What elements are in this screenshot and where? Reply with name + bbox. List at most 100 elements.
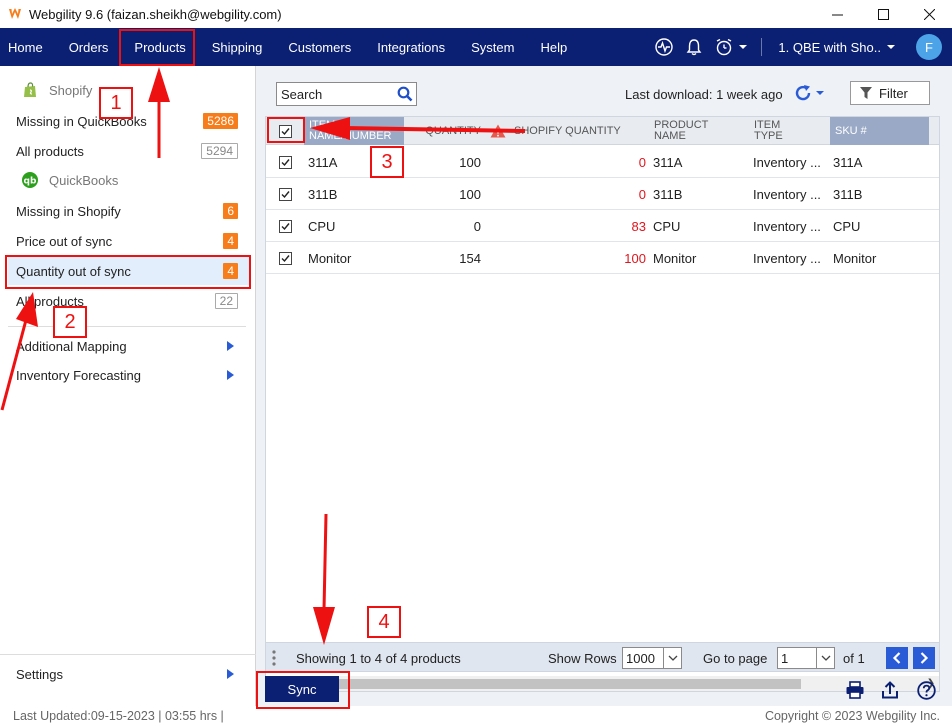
cell-item-name: CPU [308, 218, 336, 234]
cell-quantity: 100 [459, 186, 481, 202]
search-icon[interactable] [397, 86, 413, 102]
sidebar-item-label: Price out of sync [16, 233, 113, 249]
close-button[interactable] [906, 0, 952, 28]
cell-item-name: 311A [308, 154, 338, 170]
cell-product-name: 311B [653, 186, 683, 202]
table-row[interactable]: 311A 100 0 311A Inventory ... 311A [266, 146, 939, 178]
page-count-label: of 1 [843, 651, 865, 666]
main-nav: Home Orders Products Shipping Customers … [0, 28, 952, 66]
goto-page-select[interactable]: 1 [777, 647, 835, 669]
sidebar-item-inventory-forecasting[interactable]: Inventory Forecasting [8, 361, 250, 389]
company-selector[interactable]: 1. QBE with Sho.. [770, 40, 904, 55]
company-name: 1. QBE with Sho.. [778, 39, 881, 55]
search-input[interactable]: Search [276, 82, 417, 106]
chevron-down-icon [738, 45, 747, 49]
print-icon[interactable] [845, 680, 865, 700]
nav-integrations[interactable]: Integrations [364, 28, 458, 66]
prev-page-button[interactable] [886, 647, 908, 669]
sidebar-item-all-products-quickbooks[interactable]: All products 22 [8, 287, 250, 315]
sidebar-item-quantity-out-of-sync[interactable]: Quantity out of sync 4 [8, 257, 250, 285]
row-checkbox[interactable] [278, 155, 292, 169]
copyright-text: Copyright © 2023 Webgility Inc. [764, 709, 940, 723]
sidebar-divider [0, 654, 256, 655]
svg-text:qb: qb [24, 177, 37, 187]
nav-customers[interactable]: Customers [275, 28, 364, 66]
next-page-button[interactable] [913, 647, 935, 669]
cell-item-name: 311B [308, 186, 338, 202]
chevron-right-icon [920, 652, 929, 664]
count-badge: 22 [214, 293, 238, 309]
column-quantity[interactable]: QUANTITY [404, 117, 481, 145]
grip-handle-icon[interactable] [272, 649, 276, 667]
sidebar-item-additional-mapping[interactable]: Additional Mapping [8, 332, 250, 360]
sidebar-item-label: Missing in QuickBooks [16, 113, 147, 129]
pager: Showing 1 to 4 of 4 products Show Rows 1… [265, 642, 940, 672]
maximize-button[interactable] [860, 0, 906, 28]
show-rows-select[interactable]: 1000 [622, 647, 682, 669]
status-bar: Last Updated:09-15-2023 | 03:55 hrs | Co… [0, 706, 952, 726]
horizontal-scrollbar[interactable]: ❮ ❯ [266, 676, 939, 691]
main-panel: Search Last download: 1 week ago Filter … [256, 66, 952, 706]
cell-sku: Monitor [833, 250, 877, 266]
sidebar-item-label: Inventory Forecasting [16, 367, 142, 383]
nav-orders[interactable]: Orders [56, 28, 122, 66]
grid-header: ITEM NAME/NUMBER QUANTITY SHOPIFY QUANTI… [266, 117, 939, 145]
expand-arrow-icon [227, 341, 234, 351]
bell-icon[interactable] [679, 38, 709, 56]
refresh-button[interactable] [793, 83, 825, 103]
minimize-button[interactable] [814, 0, 860, 28]
sidebar-item-missing-in-shopify[interactable]: Missing in Shopify 6 [8, 197, 250, 225]
sidebar-item-label: Settings [16, 666, 63, 682]
nav-home[interactable]: Home [0, 28, 56, 66]
sidebar-item-price-out-of-sync[interactable]: Price out of sync 4 [8, 227, 250, 255]
goto-page-label: Go to page [703, 651, 768, 666]
nav-products[interactable]: Products [121, 28, 198, 66]
count-badge: 5286 [203, 113, 238, 129]
export-icon[interactable] [880, 680, 900, 700]
sidebar-item-label: All products [16, 293, 84, 309]
sync-button[interactable]: Sync [265, 676, 339, 702]
row-checkbox[interactable] [278, 251, 292, 265]
alarm-clock-icon[interactable] [709, 38, 753, 56]
sidebar-item-missing-in-quickbooks[interactable]: Missing in QuickBooks 5286 [8, 107, 250, 135]
title-bar: Webgility 9.6 (faizan.sheikh@webgility.c… [0, 0, 952, 28]
show-rows-label: Show Rows [548, 651, 617, 666]
cell-quantity: 0 [473, 218, 481, 234]
shopify-bag-icon [24, 82, 36, 97]
filter-label: Filter [879, 85, 908, 101]
filter-button[interactable]: Filter [850, 81, 930, 105]
chevron-left-icon [892, 652, 901, 664]
column-product-name[interactable]: PRODUCT NAME [654, 117, 750, 145]
expand-arrow-icon [227, 370, 234, 380]
sidebar-group-label: QuickBooks [49, 172, 119, 188]
scrollbar-thumb[interactable] [282, 679, 801, 689]
cell-sku: CPU [833, 218, 861, 234]
help-icon[interactable] [916, 680, 936, 700]
row-select-cell [266, 146, 304, 178]
nav-help[interactable]: Help [527, 28, 580, 66]
cell-product-name: CPU [653, 218, 681, 234]
cell-item-type: Inventory ... [753, 154, 821, 170]
column-sku[interactable]: SKU # [830, 117, 929, 145]
sidebar-item-settings[interactable]: Settings [8, 660, 250, 688]
table-row[interactable]: Monitor 154 100 Monitor Inventory ... Monitor [266, 242, 939, 274]
activity-icon[interactable] [649, 38, 679, 56]
expand-arrow-icon [227, 669, 234, 679]
avatar[interactable]: F [916, 34, 942, 60]
sidebar-item-label: All products [16, 143, 84, 159]
webgility-logo-icon [9, 8, 21, 19]
sidebar-item-label: Missing in Shopify [16, 203, 121, 219]
nav-shipping[interactable]: Shipping [199, 28, 276, 66]
row-checkbox[interactable] [278, 219, 292, 233]
select-all-checkbox[interactable] [278, 124, 292, 138]
nav-system[interactable]: System [458, 28, 527, 66]
table-row[interactable]: CPU 0 83 CPU Inventory ... CPU [266, 210, 939, 242]
table-row[interactable]: 311B 100 0 311B Inventory ... 311B [266, 178, 939, 210]
column-item-name[interactable]: ITEM NAME/NUMBER [304, 117, 404, 145]
window-title: Webgility 9.6 (faizan.sheikh@webgility.c… [29, 6, 282, 22]
sidebar-item-all-products-shopify[interactable]: All products 5294 [8, 137, 250, 165]
row-checkbox[interactable] [278, 187, 292, 201]
column-item-type[interactable]: ITEM TYPE [754, 117, 830, 145]
column-shopify-quantity[interactable]: SHOPIFY QUANTITY [490, 117, 652, 145]
filter-icon [860, 87, 872, 99]
